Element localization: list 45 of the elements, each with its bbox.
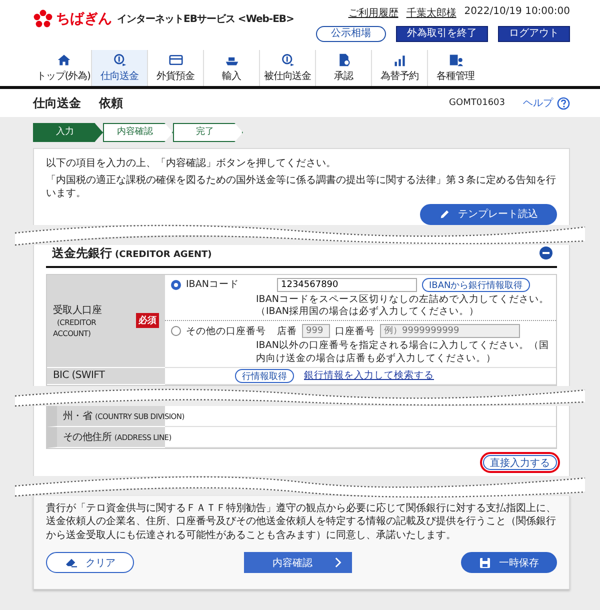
- header-button[interactable]: 外為取引を終了: [396, 26, 488, 42]
- nav-tab[interactable]: 承認: [316, 50, 372, 86]
- help-text: IBAN以外の口座番号を指定される場合に入力してください。（国内向け送金の場合は店番も必ず入力してください。）: [256, 340, 550, 365]
- branch-number-input[interactable]: 999: [302, 324, 330, 338]
- option-label: IBANコード: [186, 278, 240, 291]
- field-label: BIC (SWIFT: [53, 370, 105, 382]
- help-text: IBANコードをスペース区切りなしの左詰めで入力してください。（IBAN採用国の場合は必ず入力してください。）: [256, 294, 550, 318]
- template-load-button[interactable]: テンプレート読込: [420, 204, 557, 224]
- field-label: 店番: [277, 324, 297, 338]
- help-link[interactable]: ヘルプ: [523, 96, 553, 110]
- nav-tab[interactable]: 外貨預金: [148, 50, 204, 86]
- screen-id: GOMT01603: [449, 98, 505, 108]
- header-link[interactable]: 千葉太郎様: [406, 6, 456, 20]
- nav-tab[interactable]: 被仕向送金: [260, 50, 316, 86]
- fetch-bank-info-button[interactable]: 行情報取得: [235, 368, 294, 383]
- section-title: 送金先銀行 (CREDITOR AGENT): [52, 244, 212, 262]
- bank-logo-text: ちばぎん: [56, 10, 112, 28]
- instruction-text: 「内国税の適正な課税の確保を図るための国外送金等に係る調書の提出等に関する法律」第３条に定める告知を行います。: [46, 174, 557, 200]
- field-label: 口座番号: [335, 324, 375, 338]
- header-link[interactable]: ご利用履歴: [348, 6, 398, 20]
- progress-step: 完了: [173, 123, 243, 142]
- account-number-input[interactable]: 例）9999999999: [380, 324, 520, 338]
- bank-search-link[interactable]: 銀行情報を入力して検索する: [304, 369, 434, 382]
- nav-tab[interactable]: 為替予約: [372, 50, 428, 86]
- clear-button[interactable]: クリア: [46, 552, 134, 574]
- service-name: インターネットEBサービス <Web-EB>: [117, 12, 294, 26]
- confirm-button[interactable]: 内容確認: [244, 552, 352, 574]
- nav-tab[interactable]: 仕向送金: [92, 50, 148, 86]
- datetime: 2022/10/19 10:00:00: [464, 6, 570, 19]
- header-button[interactable]: 公示相場: [316, 26, 386, 42]
- instruction-text: 以下の項目を入力の上、「内容確認」ボタンを押してください。: [46, 157, 337, 170]
- required-badge: 必須: [136, 313, 159, 328]
- progress-step: 入力: [33, 123, 103, 142]
- consent-text: 貴行が「テロ資金供与に関するＦＡＴＦ特別勧告」遵守の観点から必要に応じて関係銀行に対する支払指図上に、送金依頼人の企業名、住所、口座番号及びその他送金依頼人を特定する情報の記載及び提供を行うこと（関係銀行から送金受取人にも伝達される可能性があることも含みます）に同意し、承諾いたします。: [46, 502, 557, 542]
- iban-input[interactable]: 1234567890: [277, 278, 417, 292]
- save-draft-button[interactable]: 一時保存: [461, 552, 557, 574]
- nav-tab[interactable]: 各種管理: [428, 50, 483, 86]
- progress-step: 内容確認: [103, 123, 173, 142]
- direct-input-button[interactable]: 直接入力する: [483, 454, 557, 470]
- page-subtitle: 依頼: [99, 94, 123, 112]
- nav-tab[interactable]: 輸入: [204, 50, 260, 86]
- option-label: その他の口座番号: [186, 324, 267, 338]
- fetch-bank-info-button[interactable]: IBANから銀行情報取得: [422, 278, 530, 292]
- header-button[interactable]: ログアウト: [498, 26, 570, 42]
- page-title: 仕向送金: [33, 94, 81, 112]
